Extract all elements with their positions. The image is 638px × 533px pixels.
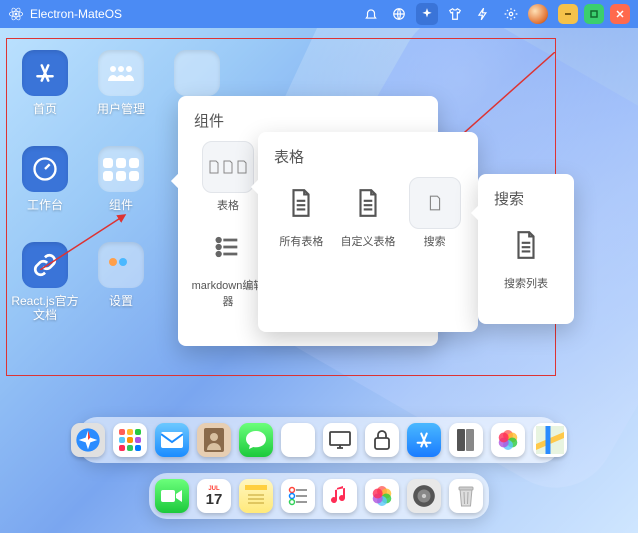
- window-controls: [558, 4, 630, 24]
- desktop-label: 工作台: [10, 198, 80, 212]
- document-icon: [342, 177, 394, 229]
- system-tray: [360, 3, 548, 25]
- desktop-icon-settings[interactable]: 设置: [86, 242, 156, 308]
- desktop-icon-home[interactable]: 首页: [10, 50, 80, 116]
- desktop-label: 首页: [10, 102, 80, 116]
- app-title: Electron-MateOS: [30, 7, 122, 21]
- desktop-icon-react[interactable]: React.js官方文档: [10, 242, 80, 323]
- desktop-icon-blank[interactable]: [162, 50, 232, 102]
- desktop-icon-users[interactable]: 用户管理: [86, 50, 156, 116]
- tray-lightning-icon[interactable]: [472, 3, 494, 25]
- pages-icon: [202, 141, 254, 193]
- document-icon: [500, 219, 552, 271]
- desktop-icon-dashboard[interactable]: 工作台: [10, 146, 80, 212]
- appstore-a-icon: [22, 50, 68, 96]
- tray-globe-icon[interactable]: [388, 3, 410, 25]
- desktop-label: React.js官方文档: [10, 294, 80, 323]
- users-icon: [98, 50, 144, 96]
- panel-item-label: 所有表格: [270, 233, 333, 249]
- close-button[interactable]: [610, 4, 630, 24]
- desktop-label: 设置: [86, 294, 156, 308]
- panel-item-search[interactable]: 搜索: [403, 177, 466, 249]
- electron-logo-icon: [8, 6, 24, 22]
- list-icon: [202, 221, 254, 273]
- panel-item-label: 表格: [190, 197, 266, 213]
- popover-table: 表格 所有表格 自定义表格 搜索: [258, 132, 478, 332]
- panel-item-label: 自定义表格: [337, 233, 400, 249]
- panel-item-search-list[interactable]: 搜索列表: [500, 219, 552, 291]
- titlebar: Electron-MateOS: [0, 0, 638, 28]
- panel-item-markdown[interactable]: markdown编辑器: [190, 221, 266, 309]
- desktop-label: 组件: [86, 198, 156, 212]
- document-icon: [275, 177, 327, 229]
- panel-item-label: 搜索: [403, 233, 466, 249]
- maximize-button[interactable]: [584, 4, 604, 24]
- panel-item-custom-table[interactable]: 自定义表格: [337, 177, 400, 249]
- gauge-icon: [22, 146, 68, 192]
- page-icon: [409, 177, 461, 229]
- desktop-icon-components[interactable]: 组件: [86, 146, 156, 212]
- minimize-button[interactable]: [558, 4, 578, 24]
- settings-mini-icon: [98, 242, 144, 288]
- popover-search: 搜索 搜索列表: [478, 174, 574, 324]
- desktop-label: 用户管理: [86, 102, 156, 116]
- panel-item-table[interactable]: 表格: [190, 141, 266, 213]
- panel-item-label: 搜索列表: [500, 275, 552, 291]
- grid-icon: [98, 146, 144, 192]
- tray-gear-icon[interactable]: [500, 3, 522, 25]
- tray-sparkle-icon[interactable]: [416, 3, 438, 25]
- tray-bell-icon[interactable]: [360, 3, 382, 25]
- tray-shirt-icon[interactable]: [444, 3, 466, 25]
- panel-item-label: markdown编辑器: [190, 277, 266, 309]
- link-icon: [22, 242, 68, 288]
- popover-title: 表格: [258, 132, 478, 173]
- popover-title: 组件: [178, 96, 438, 137]
- panel-item-all-tables[interactable]: 所有表格: [270, 177, 333, 249]
- popover-title: 搜索: [478, 174, 574, 215]
- tray-avatar[interactable]: [528, 4, 548, 24]
- blank-tile-icon: [174, 50, 220, 96]
